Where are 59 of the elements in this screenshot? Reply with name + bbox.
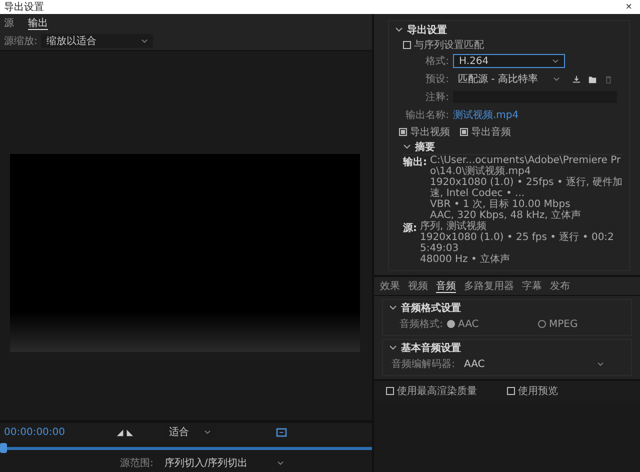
- tab[interactable]: 多路复用器: [464, 279, 514, 293]
- radio-button[interactable]: AAC: [447, 318, 534, 330]
- tab[interactable]: 音频: [436, 279, 456, 293]
- field-label: 格式:: [424, 54, 449, 68]
- summary-text: AAC, 320 Kbps, 48 kHz, 立体声: [430, 210, 582, 221]
- scaling-dropdown[interactable]: 缩放以适合: [41, 34, 154, 48]
- checkbox[interactable]: 使用最高渲染质量: [386, 384, 477, 398]
- tab[interactable]: 发布: [550, 279, 570, 293]
- timecode: 00:00:00:00: [4, 426, 66, 438]
- chevron-icon[interactable]: [403, 143, 411, 151]
- summary-label: 源:: [403, 222, 417, 236]
- radio-dot-icon[interactable]: [447, 320, 455, 328]
- field-label: 音频编解码器:: [390, 358, 455, 371]
- field-label: 预设:: [424, 73, 449, 86]
- summary-label: 输出:: [403, 156, 427, 170]
- window-title: 导出设置: [4, 0, 44, 14]
- output-name-link[interactable]: 测试视频.mp4: [453, 108, 519, 122]
- summary-text: VBR • 1 次, 目标 10.00 Mbps: [430, 199, 572, 210]
- checkbox[interactable]: 导出视频: [399, 124, 450, 140]
- field-label: 源范围:: [120, 456, 154, 470]
- timeline-track[interactable]: [7, 446, 372, 450]
- chevron-icon[interactable]: [389, 304, 397, 312]
- radio-button[interactable]: MPEG: [538, 318, 625, 330]
- section-title: 导出设置: [407, 24, 447, 37]
- summary-text: 1920x1080 (1.0) • 25fps • 逐行, 硬件加速, Intel Codec • ...: [430, 177, 623, 199]
- summary-text: C:\User...ocuments\Adobe\Premiere Pro\14.0\测试视频.mp4: [430, 155, 621, 177]
- format-dropdown[interactable]: H.264: [453, 54, 565, 68]
- section-title: 基本音频设置: [401, 341, 461, 355]
- checkbox[interactable]: 导出音频: [460, 124, 511, 140]
- tab[interactable]: 视频: [408, 279, 428, 293]
- field-label: 注释:: [424, 90, 449, 104]
- checkbox[interactable]: 使用预览: [507, 384, 558, 398]
- summary-text: 1920x1080 (1.0) • 25 fps • 逐行 • 00:25:49:03: [420, 232, 615, 254]
- tab[interactable]: 源: [4, 16, 14, 30]
- in-out-marks-icon[interactable]: [116, 428, 134, 436]
- field-label: 源缩放:: [4, 34, 38, 48]
- chevron-icon[interactable]: [395, 26, 403, 34]
- checkbox[interactable]: 与序列设置匹配: [403, 37, 623, 52]
- chevron-icon[interactable]: [389, 344, 397, 352]
- field-label: 输出名称:: [404, 108, 449, 122]
- caret-icon: [553, 76, 560, 82]
- tab[interactable]: 字幕: [522, 279, 542, 293]
- tab[interactable]: 效果: [380, 279, 400, 293]
- download-icon[interactable]: [572, 74, 581, 84]
- field-label: 音频格式:: [398, 318, 443, 331]
- section-title: 摘要: [415, 140, 435, 154]
- folder-icon[interactable]: [588, 74, 597, 84]
- caret-icon: [141, 38, 148, 44]
- tab[interactable]: 输出: [28, 16, 48, 30]
- caret-icon: [277, 460, 284, 466]
- caret-icon: [552, 58, 559, 64]
- caret-icon: [204, 430, 211, 434]
- summary-text: 48000 Hz • 立体声: [420, 254, 512, 265]
- radio-dot-icon[interactable]: [538, 320, 546, 328]
- close-button[interactable]: ×: [622, 1, 636, 13]
- caret-icon: [597, 362, 604, 366]
- section-title: 音频格式设置: [401, 301, 461, 315]
- playhead-handle[interactable]: [0, 443, 7, 453]
- summary-text: 序列, 测试视频: [420, 221, 488, 232]
